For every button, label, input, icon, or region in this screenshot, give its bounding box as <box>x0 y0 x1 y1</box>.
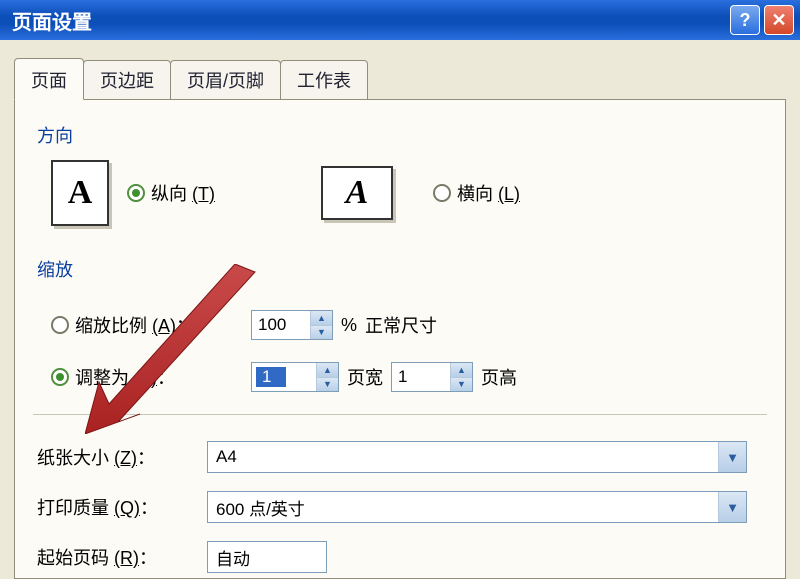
scale-option[interactable]: 缩放比例 (A)： <box>51 312 251 338</box>
scale-hotkey: (A) <box>152 316 176 336</box>
separator <box>33 414 767 415</box>
tab-header-footer[interactable]: 页眉/页脚 <box>170 60 281 100</box>
chevron-down-icon[interactable]: ▼ <box>311 326 332 340</box>
scale-label: 缩放比例 <box>75 316 147 336</box>
fit-option[interactable]: 调整为 (F)： <box>51 364 251 390</box>
first-page-input[interactable]: 自动 <box>207 541 327 573</box>
radio-icon <box>433 184 451 202</box>
scale-spinner[interactable]: ▲▼ <box>251 310 333 340</box>
fit-hotkey: (F) <box>134 368 157 388</box>
fit-tall-spinner[interactable]: ▲▼ <box>391 362 473 392</box>
orientation-row: A 纵向 (T) A 横向 (L) <box>51 160 763 226</box>
chevron-down-icon[interactable]: ▼ <box>718 442 746 472</box>
tab-page[interactable]: 页面 <box>14 58 84 100</box>
portrait-label: 纵向 <box>151 184 187 204</box>
paper-size-hotkey: (Z) <box>114 448 137 468</box>
zoom-group-label: 缩放 <box>37 256 763 282</box>
zoom-block: 缩放比例 (A)： ▲▼ % 正常尺寸 调整为 (F)： <box>51 310 763 392</box>
chevron-up-icon[interactable]: ▲ <box>451 363 472 378</box>
print-quality-combo[interactable]: 600 点/英寸 ▼ <box>207 491 747 523</box>
paper-size-combo[interactable]: A4 ▼ <box>207 441 747 473</box>
print-quality-hotkey: (Q) <box>114 498 140 518</box>
portrait-hotkey: (T) <box>192 184 215 204</box>
print-quality-row: 打印质量 (Q)： 600 点/英寸 ▼ <box>37 491 763 523</box>
chevron-up-icon[interactable]: ▲ <box>317 363 338 378</box>
help-button[interactable]: ? <box>730 5 760 35</box>
tabstrip: 页面 页边距 页眉/页脚 工作表 <box>14 58 786 100</box>
scale-input[interactable] <box>252 311 310 339</box>
paper-size-row: 纸张大小 (Z)： A4 ▼ <box>37 441 763 473</box>
dialog-title: 页面设置 <box>12 6 726 35</box>
chevron-down-icon[interactable]: ▼ <box>718 492 746 522</box>
chevron-down-icon[interactable]: ▼ <box>451 378 472 392</box>
zoom-fit-row: 调整为 (F)： ▲▼ 页宽 ▲▼ 页高 <box>51 362 763 392</box>
radio-icon <box>51 316 69 334</box>
landscape-option[interactable]: 横向 (L) <box>433 180 520 206</box>
first-page-value: 自动 <box>216 545 250 570</box>
portrait-page-icon: A <box>51 160 109 226</box>
print-quality-label: 打印质量 <box>37 498 109 518</box>
page-panel: 方向 A 纵向 (T) A 横向 (L) 缩放 <box>14 99 786 579</box>
spinner-buttons[interactable]: ▲▼ <box>310 311 332 339</box>
zoom-scale-row: 缩放比例 (A)： ▲▼ % 正常尺寸 <box>51 310 763 340</box>
paper-size-label: 纸张大小 <box>37 448 109 468</box>
tab-sheet[interactable]: 工作表 <box>280 60 368 100</box>
spinner-buttons[interactable]: ▲▼ <box>316 363 338 391</box>
normal-size-label: 正常尺寸 <box>365 312 437 338</box>
landscape-hotkey: (L) <box>498 184 520 204</box>
pages-tall-label: 页高 <box>481 364 517 390</box>
paper-section: 纸张大小 (Z)： A4 ▼ 打印质量 (Q)： 600 点/英寸 ▼ <box>37 441 763 573</box>
portrait-option[interactable]: 纵向 (T) <box>127 180 215 206</box>
fit-tall-input[interactable] <box>392 363 450 391</box>
first-page-row: 起始页码 (R)： 自动 <box>37 541 763 573</box>
pages-wide-label: 页宽 <box>347 364 383 390</box>
radio-icon <box>51 368 69 386</box>
tab-margins[interactable]: 页边距 <box>83 60 171 100</box>
chevron-up-icon[interactable]: ▲ <box>311 311 332 326</box>
first-page-label: 起始页码 <box>37 548 109 568</box>
percent-label: % <box>341 315 357 336</box>
fit-wide-spinner[interactable]: ▲▼ <box>251 362 339 392</box>
chevron-down-icon[interactable]: ▼ <box>317 378 338 392</box>
dialog-content: 页面 页边距 页眉/页脚 工作表 方向 A 纵向 (T) A 横向 (L) <box>0 40 800 579</box>
fit-label: 调整为 <box>75 368 129 388</box>
spinner-buttons[interactable]: ▲▼ <box>450 363 472 391</box>
close-icon: ✕ <box>771 10 786 31</box>
titlebar: 页面设置 ? ✕ <box>0 0 800 40</box>
paper-size-value: A4 <box>216 447 718 467</box>
landscape-label: 横向 <box>457 184 493 204</box>
landscape-page-icon: A <box>321 166 393 220</box>
radio-icon <box>127 184 145 202</box>
print-quality-value: 600 点/英寸 <box>216 495 718 520</box>
orientation-group-label: 方向 <box>37 122 763 148</box>
first-page-hotkey: (R) <box>114 548 139 568</box>
fit-wide-input[interactable] <box>256 367 286 387</box>
close-button[interactable]: ✕ <box>764 5 794 35</box>
